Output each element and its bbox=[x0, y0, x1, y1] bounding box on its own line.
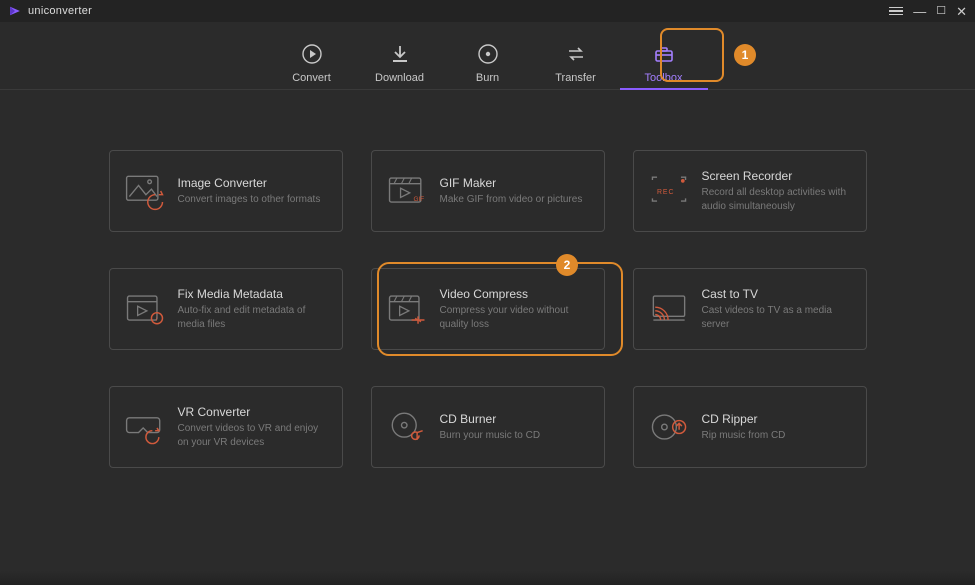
tab-download[interactable]: Download bbox=[356, 42, 444, 90]
tool-image-converter[interactable]: Image Converter Convert images to other … bbox=[109, 150, 343, 232]
menu-icon[interactable] bbox=[889, 7, 903, 16]
cast-to-tv-icon bbox=[646, 288, 692, 330]
svg-text:i: i bbox=[155, 314, 157, 323]
tool-fix-media-metadata[interactable]: i Fix Media Metadata Auto-fix and edit m… bbox=[109, 268, 343, 350]
image-converter-icon bbox=[122, 170, 168, 212]
app-logo-icon bbox=[8, 4, 22, 18]
tab-label: Toolbox bbox=[645, 72, 683, 84]
cd-burner-icon bbox=[384, 406, 430, 448]
vr-converter-icon bbox=[122, 406, 168, 448]
tool-title: VR Converter bbox=[178, 405, 330, 419]
tab-label: Burn bbox=[476, 72, 499, 84]
tool-desc: Auto-fix and edit metadata of media file… bbox=[178, 304, 330, 331]
screen-recorder-icon: REC bbox=[646, 170, 692, 212]
main-tab-bar: Convert Download Burn Transfer Toolbox bbox=[0, 22, 975, 90]
tab-burn[interactable]: Burn bbox=[444, 42, 532, 90]
tool-title: GIF Maker bbox=[440, 176, 592, 190]
window-controls: — ☐ ✕ bbox=[889, 5, 967, 18]
toolbox-icon bbox=[652, 42, 676, 66]
close-button[interactable]: ✕ bbox=[956, 5, 967, 18]
tool-cd-burner[interactable]: CD Burner Burn your music to CD bbox=[371, 386, 605, 468]
tool-title: CD Burner bbox=[440, 412, 592, 426]
tool-title: Image Converter bbox=[178, 176, 330, 190]
cd-ripper-icon bbox=[646, 406, 692, 448]
tab-toolbox[interactable]: Toolbox bbox=[620, 42, 708, 90]
tool-video-compress[interactable]: Video Compress Compress your video witho… bbox=[371, 268, 605, 350]
tool-title: Cast to TV bbox=[702, 287, 854, 301]
app-name: uniconverter bbox=[28, 5, 92, 17]
fix-metadata-icon: i bbox=[122, 288, 168, 330]
tool-desc: Convert images to other formats bbox=[178, 193, 330, 207]
tab-convert[interactable]: Convert bbox=[268, 42, 356, 90]
transfer-icon bbox=[564, 42, 588, 66]
tab-transfer[interactable]: Transfer bbox=[532, 42, 620, 90]
tool-cd-ripper[interactable]: CD Ripper Rip music from CD bbox=[633, 386, 867, 468]
svg-text:REC: REC bbox=[657, 189, 674, 196]
toolbox-grid-wrapper: Image Converter Convert images to other … bbox=[0, 150, 975, 468]
tool-title: CD Ripper bbox=[702, 412, 854, 426]
tool-desc: Cast videos to TV as a media server bbox=[702, 304, 854, 331]
tool-vr-converter[interactable]: VR Converter Convert videos to VR and en… bbox=[109, 386, 343, 468]
minimize-button[interactable]: — bbox=[913, 5, 926, 18]
tool-desc: Compress your video without quality loss bbox=[440, 304, 592, 331]
tab-label: Convert bbox=[292, 72, 331, 84]
maximize-button[interactable]: ☐ bbox=[936, 6, 946, 17]
tool-title: Fix Media Metadata bbox=[178, 287, 330, 301]
video-compress-icon bbox=[384, 288, 430, 330]
tool-title: Screen Recorder bbox=[702, 169, 854, 183]
svg-text:GIF: GIF bbox=[413, 196, 424, 203]
download-icon bbox=[388, 42, 412, 66]
tool-desc: Make GIF from video or pictures bbox=[440, 193, 592, 207]
bottom-gradient bbox=[0, 571, 975, 585]
tool-desc: Convert videos to VR and enjoy on your V… bbox=[178, 422, 330, 449]
burn-icon bbox=[476, 42, 500, 66]
tool-desc: Burn your music to CD bbox=[440, 429, 592, 443]
brand: uniconverter bbox=[8, 4, 92, 18]
tool-title: Video Compress bbox=[440, 287, 592, 301]
convert-icon bbox=[300, 42, 324, 66]
tool-screen-recorder[interactable]: REC Screen Recorder Record all desktop a… bbox=[633, 150, 867, 232]
tool-desc: Rip music from CD bbox=[702, 429, 854, 443]
tab-label: Transfer bbox=[555, 72, 596, 84]
tool-desc: Record all desktop activities with audio… bbox=[702, 186, 854, 213]
tool-gif-maker[interactable]: GIF GIF Maker Make GIF from video or pic… bbox=[371, 150, 605, 232]
toolbox-grid: Image Converter Convert images to other … bbox=[109, 150, 867, 468]
title-bar: uniconverter — ☐ ✕ bbox=[0, 0, 975, 22]
tool-cast-to-tv[interactable]: Cast to TV Cast videos to TV as a media … bbox=[633, 268, 867, 350]
tab-label: Download bbox=[375, 72, 424, 84]
gif-maker-icon: GIF bbox=[384, 170, 430, 212]
